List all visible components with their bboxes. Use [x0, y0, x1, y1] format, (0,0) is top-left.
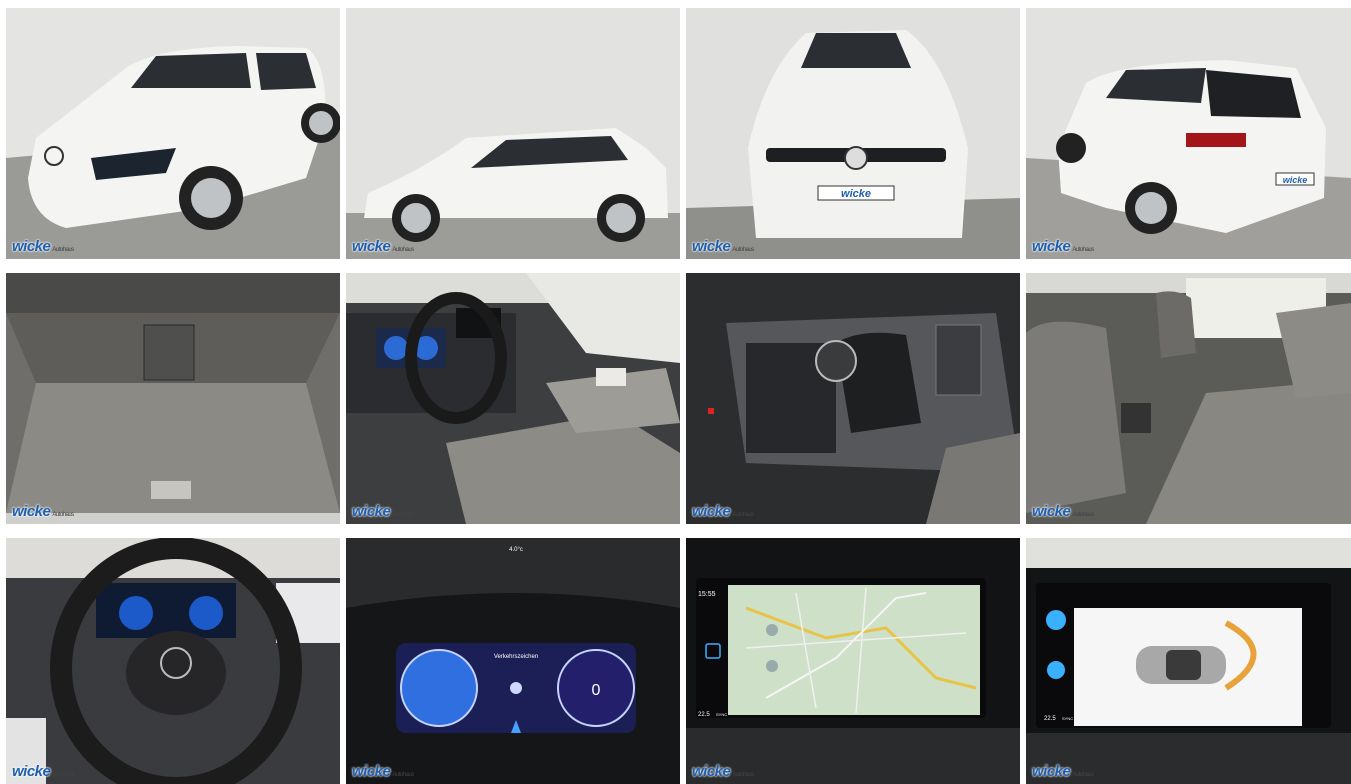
climate-temp: 22.5 [1044, 716, 1056, 722]
watermark-logo: wicke Autohaus [1032, 503, 1094, 520]
watermark-logo: wicke Autohaus [692, 238, 754, 255]
clock-readout: 15:55 [698, 591, 716, 598]
watermark-logo: wicke Autohaus [692, 763, 754, 780]
photo-gallery: wicke Autohaus wicke Autohaus wicke wicke A… [6, 8, 1351, 784]
parking-screen-image: 22.5 SYNC [1026, 538, 1351, 784]
cluster-header: Verkehrszeichen [494, 654, 538, 660]
photo-parking-sensor-screen[interactable]: 22.5 SYNC wicke Autohaus [1026, 538, 1351, 784]
photo-gear-shifter[interactable]: wicke Autohaus [686, 273, 1020, 524]
navigation-image: 15:55 22.5 SYNC [686, 538, 1020, 784]
watermark-logo: wicke Autohaus [12, 503, 74, 520]
sync-label: SYNC [716, 712, 727, 717]
watermark-logo: wicke Autohaus [352, 238, 414, 255]
shifter-image [686, 273, 1020, 524]
instrument-cluster-image: 0 Verkehrszeichen 4.0°c [346, 538, 680, 784]
photo-trunk[interactable]: wicke Autohaus [6, 273, 340, 524]
cockpit-image [346, 273, 680, 524]
watermark-logo: wicke Autohaus [12, 238, 74, 255]
photo-side-profile[interactable]: wicke Autohaus [346, 8, 680, 259]
photo-navigation-screen[interactable]: 15:55 22.5 SYNC wicke Autohaus [686, 538, 1020, 784]
photo-rear-seats[interactable]: wicke Autohaus [1026, 273, 1351, 524]
watermark-logo: wicke Autohaus [1032, 238, 1094, 255]
steering-wheel-image [6, 538, 340, 784]
photo-instrument-cluster[interactable]: 0 Verkehrszeichen 4.0°c wicke Autohaus [346, 538, 680, 784]
watermark-logo: wicke Autohaus [352, 763, 414, 780]
watermark-logo: wicke Autohaus [692, 503, 754, 520]
sync-label: SYNC [1062, 716, 1073, 721]
watermark-logo: wicke Autohaus [12, 763, 74, 780]
trunk-image [6, 273, 340, 524]
photo-rear-three-quarter[interactable]: wicke wicke Autohaus [1026, 8, 1351, 259]
car-image: wicke [1026, 8, 1351, 259]
photo-front-three-quarter[interactable]: wicke Autohaus [6, 8, 340, 259]
photo-driver-cockpit[interactable]: wicke Autohaus [346, 273, 680, 524]
seats-image [1026, 273, 1351, 524]
watermark-logo: wicke Autohaus [1032, 763, 1094, 780]
car-image [346, 8, 680, 259]
photo-steering-wheel[interactable]: wicke Autohaus [6, 538, 340, 784]
speed-readout: 0 [592, 682, 601, 699]
watermark-logo: wicke Autohaus [352, 503, 414, 520]
car-image [6, 8, 340, 259]
car-image: wicke [686, 8, 1020, 259]
climate-temp: 22.5 [698, 712, 710, 718]
outside-temp: 4.0°c [509, 547, 523, 553]
photo-front-view[interactable]: wicke wicke Autohaus [686, 8, 1020, 259]
plate-text: wicke [841, 188, 871, 200]
plate-text: wicke [1283, 175, 1308, 185]
